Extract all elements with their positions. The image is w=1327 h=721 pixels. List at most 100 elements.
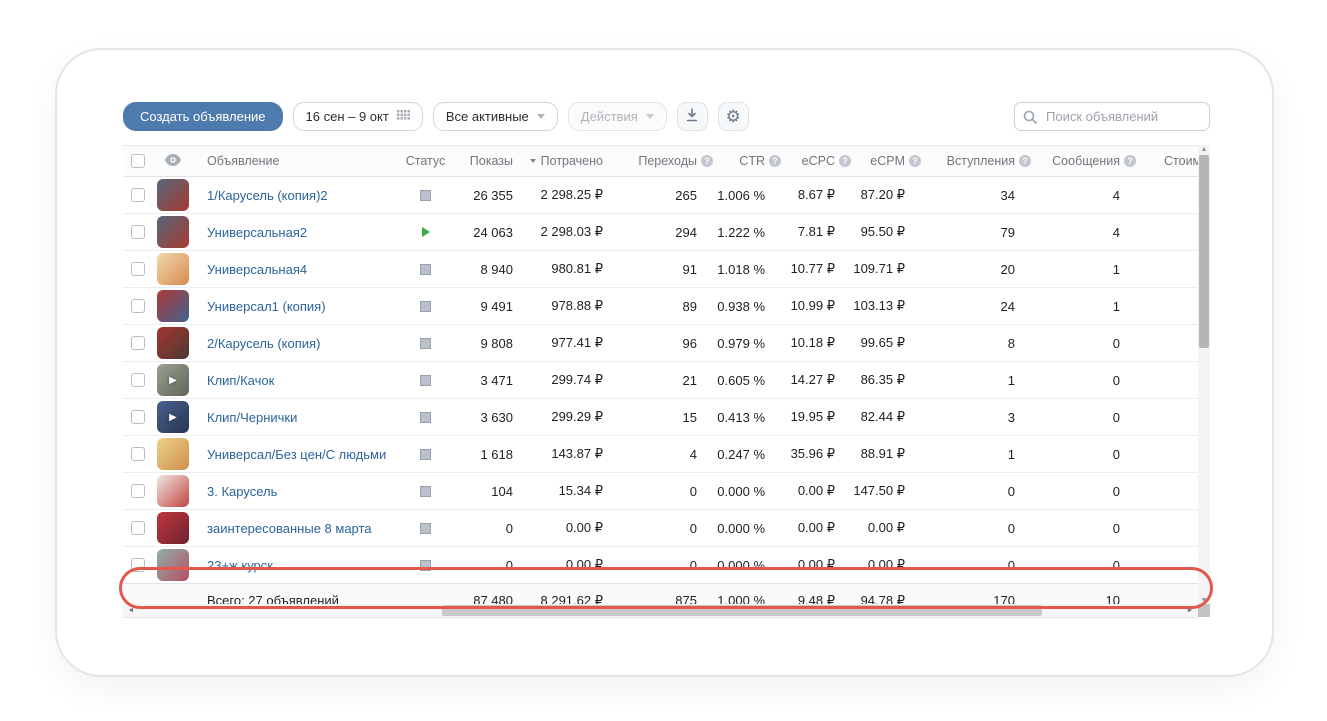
table-body: 1/Карусель (копия)226 3552 298.25 ₽2651.… [123, 177, 1198, 584]
table-row[interactable]: 23+ж курск00.00 ₽00.000 %0.00 ₽0.00 ₽00 [123, 547, 1198, 584]
cell-ecpm: 95.50 ₽ [851, 224, 921, 240]
page: Создать объявление 16 сен – 9 окт Все ак… [0, 0, 1327, 721]
select-all-checkbox[interactable] [131, 154, 145, 168]
ad-thumbnail[interactable] [157, 253, 189, 285]
help-icon[interactable]: ? [769, 155, 781, 167]
help-icon[interactable]: ? [1124, 155, 1136, 167]
scroll-left-icon[interactable]: ◄ [125, 604, 137, 617]
date-range-button[interactable]: 16 сен – 9 окт [293, 102, 423, 131]
row-checkbox[interactable] [131, 484, 145, 498]
row-checkbox[interactable] [131, 373, 145, 387]
ad-thumbnail[interactable] [157, 216, 189, 248]
scroll-up-icon[interactable]: ▲ [1198, 146, 1210, 154]
table-row[interactable]: ▶Клип/Качок3 471299.74 ₽210.605 %14.27 ₽… [123, 362, 1198, 399]
ad-name-link[interactable]: Клип/Чернички [207, 410, 297, 425]
settings-button[interactable]: ⚙ [718, 102, 749, 131]
table-header: Объявление Статус Показы Потрачено Перех… [123, 145, 1198, 177]
column-header-shows[interactable]: Показы [458, 154, 513, 168]
actions-dropdown[interactable]: Действия [568, 102, 667, 131]
status-stopped-icon [420, 375, 431, 386]
row-checkbox[interactable] [131, 336, 145, 350]
ad-thumbnail[interactable] [157, 179, 189, 211]
column-header-ecpc[interactable]: eCPC? [781, 154, 851, 168]
cell-joins: 0 [921, 558, 1031, 573]
column-header-cost[interactable]: Стоим [1136, 154, 1198, 168]
vertical-scrollbar[interactable]: ▲ ▼ [1198, 145, 1210, 604]
row-checkbox[interactable] [131, 262, 145, 276]
ad-name-link[interactable]: Универсал/Без цен/С людьми [207, 447, 386, 462]
search-input[interactable] [1044, 108, 1201, 125]
ad-thumbnail[interactable] [157, 512, 189, 544]
cell-clicks: 89 [603, 299, 713, 314]
row-checkbox[interactable] [131, 410, 145, 424]
cell-shows: 9 491 [458, 299, 513, 314]
column-header-messages[interactable]: Сообщения? [1031, 154, 1136, 168]
table-row[interactable]: 3. Карусель10415.34 ₽00.000 %0.00 ₽147.5… [123, 473, 1198, 510]
row-checkbox[interactable] [131, 299, 145, 313]
sort-desc-icon [530, 159, 536, 163]
cell-ctr: 0.413 % [713, 410, 781, 425]
column-header-status[interactable]: Статус [393, 154, 458, 168]
cell-ctr: 1.006 % [713, 188, 781, 203]
ad-name-link[interactable]: 1/Карусель (копия)2 [207, 188, 328, 203]
column-header-ctr[interactable]: CTR? [713, 154, 781, 168]
status-filter-dropdown[interactable]: Все активные [433, 102, 558, 131]
cell-messages: 0 [1031, 373, 1136, 388]
ad-name-link[interactable]: заинтересованные 8 марта [207, 521, 372, 536]
cell-shows: 104 [458, 484, 513, 499]
ad-name-link[interactable]: 23+ж курск [207, 558, 273, 573]
scroll-right-icon[interactable]: ► [1184, 604, 1196, 617]
ad-thumbnail[interactable]: ▶ [157, 364, 189, 396]
ad-name-link[interactable]: Универсал1 (копия) [207, 299, 326, 314]
column-header-ad[interactable]: Объявление [193, 154, 393, 168]
cell-spent: 143.87 ₽ [513, 446, 603, 462]
help-icon[interactable]: ? [701, 155, 713, 167]
ad-thumbnail[interactable] [157, 290, 189, 322]
cell-ecpc: 19.95 ₽ [781, 409, 851, 425]
table-row[interactable]: Универсальная48 940980.81 ₽911.018 %10.7… [123, 251, 1198, 288]
ad-thumbnail[interactable]: ▶ [157, 401, 189, 433]
row-checkbox[interactable] [131, 188, 145, 202]
table-row[interactable]: Универсальная224 0632 298.03 ₽2941.222 %… [123, 214, 1198, 251]
ad-name-link[interactable]: 3. Карусель [207, 484, 277, 499]
help-icon[interactable]: ? [909, 155, 921, 167]
ad-name-link[interactable]: Клип/Качок [207, 373, 274, 388]
ad-thumbnail[interactable] [157, 327, 189, 359]
ad-thumbnail[interactable] [157, 549, 189, 581]
cell-shows: 8 940 [458, 262, 513, 277]
table-row[interactable]: Универсал/Без цен/С людьми1 618143.87 ₽4… [123, 436, 1198, 473]
help-icon[interactable]: ? [1019, 155, 1031, 167]
export-button[interactable] [677, 102, 708, 131]
horizontal-scrollbar[interactable]: ◄ ► [123, 604, 1198, 617]
cell-spent: 15.34 ₽ [513, 483, 603, 499]
table-row[interactable]: 2/Карусель (копия)9 808977.41 ₽960.979 %… [123, 325, 1198, 362]
cell-spent: 978.88 ₽ [513, 298, 603, 314]
ad-name-link[interactable]: 2/Карусель (копия) [207, 336, 320, 351]
column-header-joins[interactable]: Вступления? [921, 154, 1031, 168]
column-header-clicks[interactable]: Переходы? [603, 154, 713, 168]
ad-thumbnail[interactable] [157, 475, 189, 507]
row-checkbox[interactable] [131, 558, 145, 572]
row-checkbox[interactable] [131, 225, 145, 239]
status-stopped-icon [420, 301, 431, 312]
table-row[interactable]: заинтересованные 8 марта00.00 ₽00.000 %0… [123, 510, 1198, 547]
table-row[interactable]: Универсал1 (копия)9 491978.88 ₽890.938 %… [123, 288, 1198, 325]
help-icon[interactable]: ? [839, 155, 851, 167]
ad-name-link[interactable]: Универсальная2 [207, 225, 307, 240]
cell-ctr: 0.247 % [713, 447, 781, 462]
table-row[interactable]: 1/Карусель (копия)226 3552 298.25 ₽2651.… [123, 177, 1198, 214]
table-row[interactable]: ▶Клип/Чернички3 630299.29 ₽150.413 %19.9… [123, 399, 1198, 436]
column-header-spent[interactable]: Потрачено [513, 154, 603, 168]
column-header-ecpm[interactable]: eCPM? [851, 154, 921, 168]
horizontal-scrollbar-thumb[interactable] [442, 605, 1042, 616]
row-checkbox[interactable] [131, 521, 145, 535]
cell-ecpc: 10.77 ₽ [781, 261, 851, 277]
cell-shows: 3 471 [458, 373, 513, 388]
cell-joins: 1 [921, 447, 1031, 462]
cell-messages: 0 [1031, 558, 1136, 573]
create-ad-button[interactable]: Создать объявление [123, 102, 283, 131]
row-checkbox[interactable] [131, 447, 145, 461]
ad-name-link[interactable]: Универсальная4 [207, 262, 307, 277]
vertical-scrollbar-thumb[interactable] [1199, 155, 1209, 348]
ad-thumbnail[interactable] [157, 438, 189, 470]
